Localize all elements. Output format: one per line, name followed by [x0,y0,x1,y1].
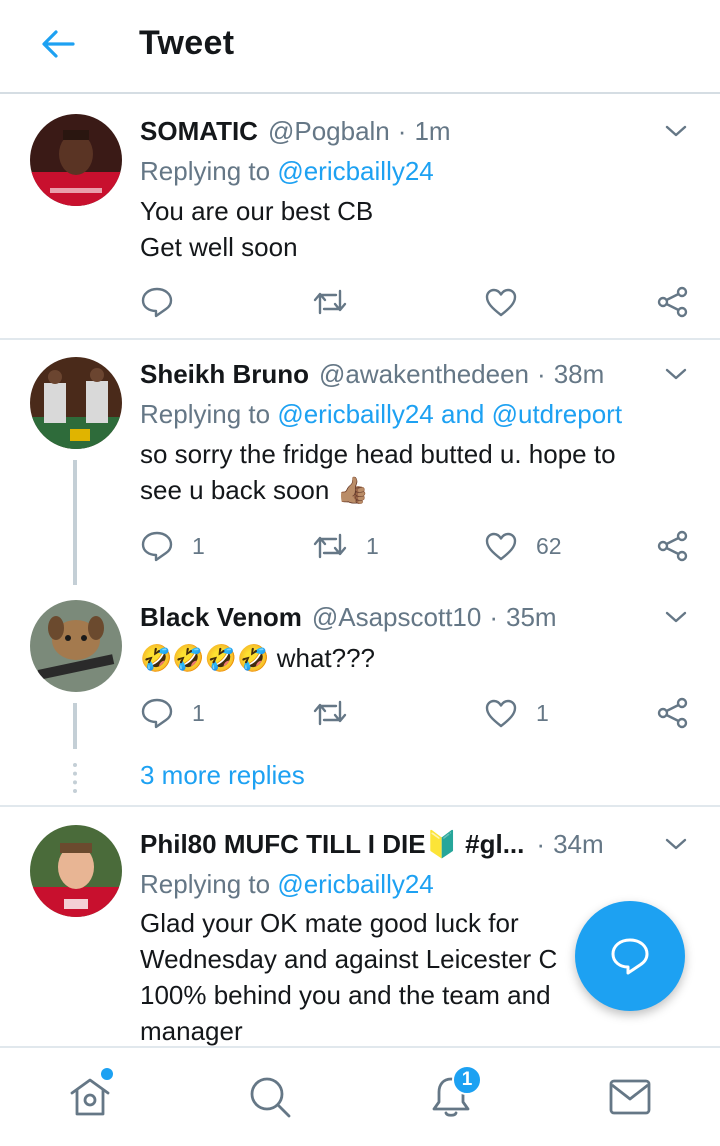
display-name[interactable]: SOMATIC [140,116,258,147]
tweet-text: so sorry the fridge head butted u. hope … [140,436,700,508]
back-button[interactable] [30,22,86,66]
user-handle[interactable]: @Pogbaln [268,116,390,147]
share-icon [657,286,688,318]
tweet-text-line: 🤣🤣🤣🤣 what??? [140,643,376,673]
reply-button[interactable]: 1 [140,526,205,566]
separator-dot: · [536,828,546,859]
replying-to-users[interactable]: @ericbailly24 [277,869,433,899]
separator-dot: · [489,601,499,632]
nav-messages[interactable] [605,1072,655,1122]
tweet-header: Phil80 MUFC TILL I DIE🔰 #gl... · 34m [140,824,720,864]
retweet-icon [313,289,347,315]
chevron-down-icon[interactable] [664,119,688,143]
retweet-button[interactable]: 1 [312,526,379,566]
timestamp[interactable]: 38m [554,359,605,390]
reply-icon [141,287,173,318]
chevron-down-icon[interactable] [664,832,688,856]
chevron-down-icon[interactable] [664,605,688,629]
tweet-text-line: manager [140,1016,243,1046]
mail-icon [609,1079,651,1115]
replying-to: Replying to @ericbailly24 and @utdreport [140,399,622,430]
reply-button[interactable] [140,282,192,322]
share-icon [657,530,688,562]
tweet-actions: 1 1 [140,693,700,733]
tweet-header: Sheikh Bruno @awakenthedeen · 38m [140,354,720,394]
separator-dot: · [397,115,407,146]
search-icon [250,1077,291,1118]
share-button[interactable] [656,526,690,566]
arrow-left-icon [42,30,75,58]
tweet-text-line: You are our best CB [140,196,374,226]
tweet-header: SOMATIC @Pogbaln · 1m [140,111,720,151]
compose-reply-icon [611,938,649,975]
page-title: Tweet [139,24,235,62]
top-bar: Tweet [0,0,720,94]
thread-connector [73,703,77,749]
timestamp[interactable]: 35m [506,602,557,633]
home-icon [70,1078,110,1116]
tweet-text: You are our best CB Get well soon [140,193,700,265]
timestamp[interactable]: 34m [553,829,604,860]
display-name[interactable]: Phil80 MUFC TILL I DIE🔰 #gl... [140,829,524,860]
tweet-actions: 1 1 62 [140,526,700,566]
display-name[interactable]: Sheikh Bruno [140,359,309,390]
reply-tweet[interactable]: Black Venom @Asapscott10 · 35m 🤣🤣🤣🤣 what… [0,585,720,805]
tweet-actions [140,282,700,322]
display-name[interactable]: Black Venom [140,602,302,633]
tweet-text-line: see u back soon 👍🏽 [140,475,369,505]
thread-connector [73,460,77,585]
like-count: 1 [536,699,549,726]
avatar[interactable] [30,357,122,449]
retweet-count: 1 [366,532,379,559]
heart-icon [485,288,517,317]
like-count: 62 [536,532,562,559]
user-handle[interactable]: @Asapscott10 [312,602,481,633]
tweet-detail-screen: Tweet SOMATIC @Pogbaln · 1m Replying to … [0,0,720,1146]
share-icon [657,697,688,729]
retweet-icon [313,700,347,726]
tweet-text: 🤣🤣🤣🤣 what??? [140,640,700,676]
reply-button[interactable]: 1 [140,693,205,733]
compose-reply-button[interactable] [575,901,685,1011]
reply-tweet[interactable]: SOMATIC @Pogbaln · 1m Replying to @ericb… [0,96,720,338]
replying-to-label: Replying to [140,399,271,429]
avatar[interactable] [30,114,122,206]
reply-icon [141,698,173,729]
tweet-header: Black Venom @Asapscott10 · 35m [140,597,720,637]
bottom-navigation: 1 [0,1046,720,1146]
replying-to-label: Replying to [140,869,271,899]
separator-dot: · [537,358,546,389]
retweet-button[interactable] [312,693,366,733]
replying-to: Replying to @ericbailly24 [140,869,434,900]
retweet-button[interactable] [312,282,366,322]
notification-badge: 1 [452,1065,482,1095]
share-button[interactable] [656,282,690,322]
user-handle[interactable]: @awakenthedeen [319,359,529,390]
more-replies-link[interactable]: 3 more replies [140,760,305,791]
replying-to-users[interactable]: @ericbailly24 and @utdreport [277,399,622,429]
tweet-text-line: Get well soon [140,232,298,262]
heart-icon [485,699,517,728]
reply-icon [141,531,173,562]
reply-tweet[interactable]: Sheikh Bruno @awakenthedeen · 38m Replyi… [0,340,720,585]
thread-dots [73,763,77,793]
chevron-down-icon[interactable] [664,362,688,386]
replying-to: Replying to @ericbailly24 [140,156,434,187]
replying-to-label: Replying to [140,156,271,186]
new-content-indicator [101,1068,113,1080]
heart-icon [485,532,517,561]
replying-to-users[interactable]: @ericbailly24 [277,156,433,186]
share-button[interactable] [656,693,690,733]
retweet-icon [313,533,347,559]
tweet-text-line: so sorry the fridge head butted u. hope … [140,439,616,469]
reply-count: 1 [192,699,205,726]
timestamp[interactable]: 1m [414,116,450,147]
avatar[interactable] [30,600,122,692]
nav-search[interactable] [245,1072,295,1122]
like-button[interactable] [484,282,536,322]
like-button[interactable]: 62 [484,526,562,566]
like-button[interactable]: 1 [484,693,549,733]
reply-count: 1 [192,532,205,559]
avatar[interactable] [30,825,122,917]
